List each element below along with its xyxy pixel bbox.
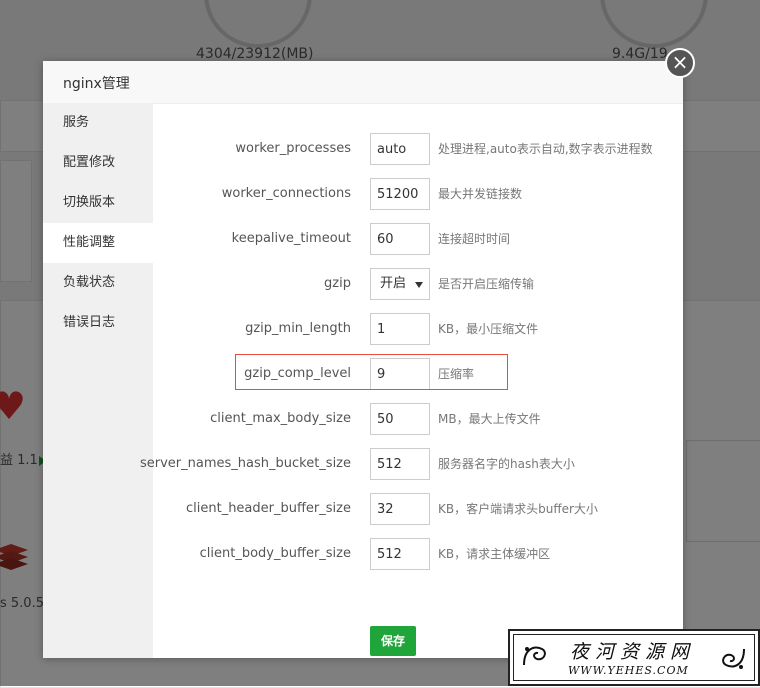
watermark-logo: 夜河资源网 WWW.YEHES.COM — [508, 629, 760, 686]
setting-help: 是否开启压缩传输 — [438, 277, 535, 291]
sidebar-item-performance[interactable]: 性能调整 — [43, 223, 153, 263]
gzip-select-value: 开启 — [380, 276, 407, 291]
setting-label: server_names_hash_bucket_size — [139, 456, 351, 471]
watermark-url: WWW.YEHES.COM — [568, 664, 689, 677]
client-max-body-size-input[interactable] — [370, 403, 430, 435]
setting-row: client_max_body_size MB，最大上传文件 — [153, 403, 683, 435]
close-icon[interactable]: × — [665, 48, 695, 78]
worker-connections-input[interactable] — [370, 178, 430, 210]
setting-label: client_header_buffer_size — [185, 501, 351, 516]
setting-label: client_max_body_size — [210, 411, 351, 426]
sidebar: 服务 配置修改 切换版本 性能调整 负载状态 错误日志 — [43, 103, 153, 658]
setting-row: keepalive_timeout 连接超时时间 — [153, 223, 683, 255]
setting-row: worker_connections 最大并发链接数 — [153, 178, 683, 210]
setting-help: 服务器名字的hash表大小 — [438, 457, 575, 471]
setting-label: gzip — [324, 276, 351, 291]
gzip-select[interactable]: 开启 — [370, 268, 430, 300]
setting-label: keepalive_timeout — [231, 231, 351, 246]
sidebar-item-switch-version[interactable]: 切换版本 — [43, 183, 153, 223]
setting-help: MB，最大上传文件 — [438, 412, 541, 426]
setting-row: server_names_hash_bucket_size 服务器名字的hash… — [140, 448, 683, 480]
setting-row: client_body_buffer_size KB，请求主体缓冲区 — [153, 538, 683, 570]
setting-label: gzip_min_length — [245, 321, 351, 336]
ornament-icon — [722, 648, 745, 669]
gzip-comp-level-highlight — [235, 354, 508, 390]
setting-row: worker_processes 处理进程,auto表示自动,数字表示进程数 — [153, 133, 683, 165]
setting-label: worker_connections — [221, 186, 351, 201]
gzip-min-length-input[interactable] — [370, 313, 430, 345]
setting-help: KB，请求主体缓冲区 — [438, 547, 551, 561]
setting-row: client_header_buffer_size KB，客户端请求头buffe… — [153, 493, 683, 525]
setting-help: 处理进程,auto表示自动,数字表示进程数 — [438, 142, 653, 156]
save-button[interactable]: 保存 — [370, 626, 416, 656]
sidebar-item-config[interactable]: 配置修改 — [43, 143, 153, 183]
setting-row: gzip 开启 是否开启压缩传输 — [153, 268, 683, 300]
chevron-down-icon — [415, 282, 423, 288]
worker-processes-input[interactable] — [370, 133, 430, 165]
setting-help: KB，客户端请求头buffer大小 — [438, 502, 598, 516]
sidebar-item-service[interactable]: 服务 — [43, 103, 153, 143]
sidebar-item-error-log[interactable]: 错误日志 — [43, 303, 153, 343]
server-names-hash-bucket-size-input[interactable] — [370, 448, 430, 480]
setting-label: worker_processes — [235, 141, 351, 156]
setting-label: client_body_buffer_size — [199, 546, 351, 561]
setting-help: 最大并发链接数 — [438, 187, 523, 201]
modal-title: nginx管理 — [63, 76, 130, 92]
setting-help: 连接超时时间 — [438, 232, 511, 246]
setting-help: KB，最小压缩文件 — [438, 322, 539, 336]
modal-header: nginx管理 — [43, 61, 683, 104]
client-header-buffer-size-input[interactable] — [370, 493, 430, 525]
setting-row: gzip_min_length KB，最小压缩文件 — [153, 313, 683, 345]
watermark-chinese: 夜河资源网 — [570, 641, 696, 663]
ornament-icon — [523, 646, 546, 666]
sidebar-item-load-status[interactable]: 负载状态 — [43, 263, 153, 303]
keepalive-timeout-input[interactable] — [370, 223, 430, 255]
client-body-buffer-size-input[interactable] — [370, 538, 430, 570]
